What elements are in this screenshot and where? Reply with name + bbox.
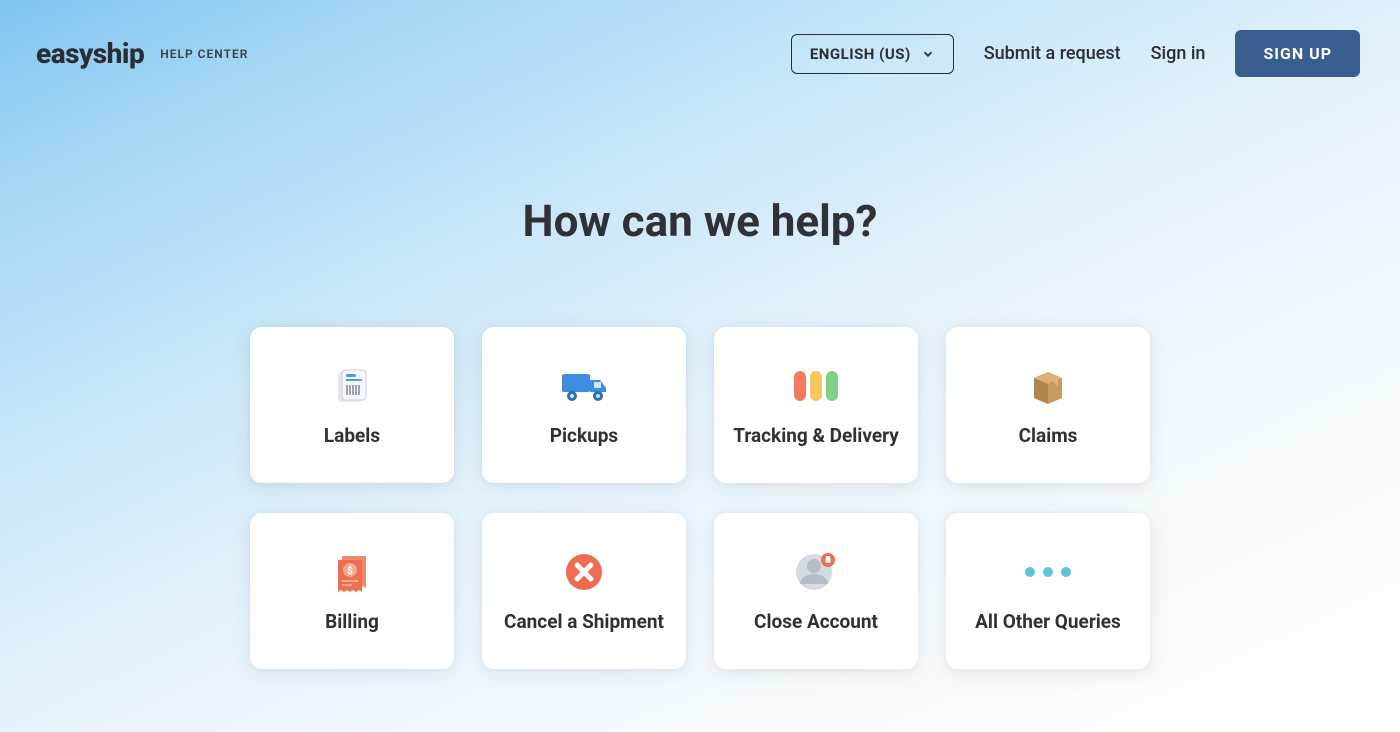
hero: How can we help?	[0, 195, 1400, 247]
cancel-icon	[562, 548, 606, 596]
card-cancel-shipment[interactable]: Cancel a Shipment	[482, 513, 686, 669]
card-label: All Other Queries	[975, 610, 1121, 635]
help-center-label: HELP CENTER	[160, 47, 248, 61]
card-close-account[interactable]: Close Account	[714, 513, 918, 669]
chevron-down-icon	[921, 47, 935, 61]
language-value: ENGLISH (US)	[810, 45, 911, 63]
language-selector[interactable]: ENGLISH (US)	[791, 34, 954, 74]
card-billing[interactable]: $ Billing	[250, 513, 454, 669]
box-icon	[1026, 362, 1070, 410]
svg-text:$: $	[347, 564, 353, 577]
card-label: Claims	[1019, 424, 1078, 449]
pill-icon	[826, 371, 838, 401]
sign-up-button[interactable]: SIGN UP	[1235, 30, 1360, 77]
truck-icon	[556, 362, 612, 410]
dot-icon	[1025, 567, 1035, 577]
card-label: Billing	[325, 610, 379, 635]
card-label: Labels	[324, 424, 380, 449]
card-label: Cancel a Shipment	[504, 610, 664, 635]
header: easyship HELP CENTER ENGLISH (US) Submit…	[0, 0, 1400, 77]
card-labels[interactable]: Labels	[250, 327, 454, 483]
page-title: How can we help?	[0, 195, 1400, 247]
card-label: Pickups	[550, 424, 618, 449]
top-nav: ENGLISH (US) Submit a request Sign in SI…	[791, 30, 1360, 77]
dot-icon	[1043, 567, 1053, 577]
sign-in-link[interactable]: Sign in	[1151, 43, 1206, 64]
receipt-icon: $	[328, 548, 376, 596]
card-all-other-queries[interactable]: All Other Queries	[946, 513, 1150, 669]
pill-icon	[810, 371, 822, 401]
labels-icon	[330, 362, 374, 410]
card-claims[interactable]: Claims	[946, 327, 1150, 483]
ellipsis-icon	[1025, 548, 1071, 596]
tracking-icon	[794, 362, 838, 410]
logo-group: easyship HELP CENTER	[36, 37, 248, 70]
category-grid: Labels Pickups Tracking & Delivery	[250, 327, 1150, 669]
account-icon	[792, 548, 840, 596]
brand-logo[interactable]: easyship	[36, 37, 144, 70]
card-label: Tracking & Delivery	[733, 424, 899, 449]
submit-request-link[interactable]: Submit a request	[984, 43, 1121, 64]
dot-icon	[1061, 567, 1071, 577]
pill-icon	[794, 371, 806, 401]
card-tracking-delivery[interactable]: Tracking & Delivery	[714, 327, 918, 483]
card-label: Close Account	[754, 610, 878, 635]
card-pickups[interactable]: Pickups	[482, 327, 686, 483]
